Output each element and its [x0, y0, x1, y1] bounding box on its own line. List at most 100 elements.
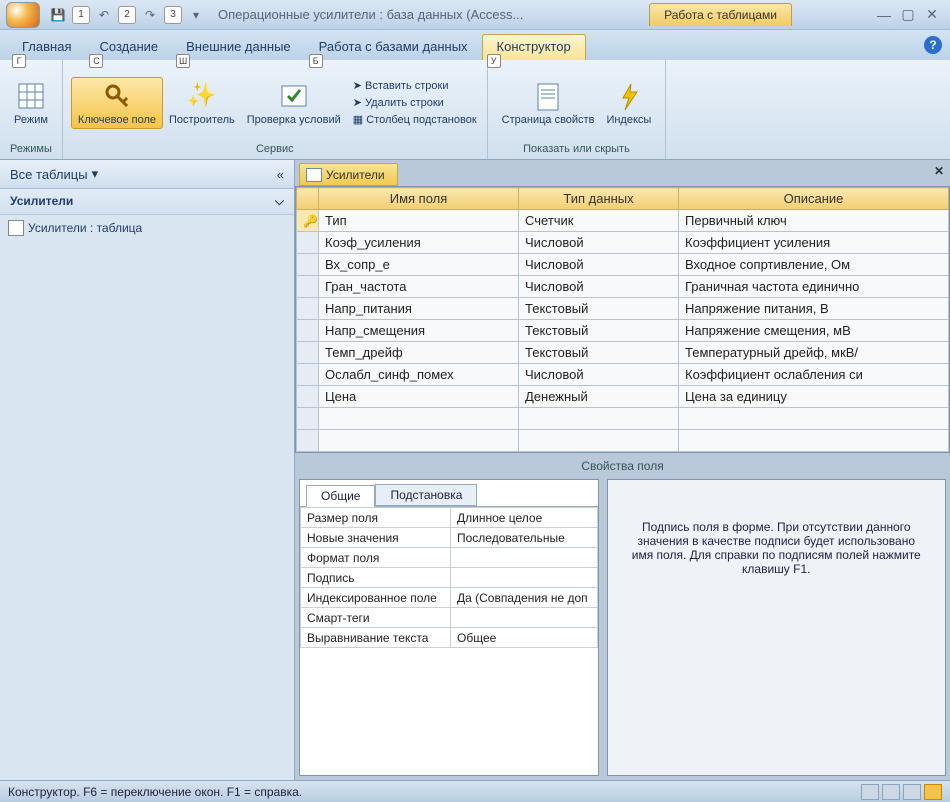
cell-name[interactable]: Ослабл_синф_помех: [319, 364, 519, 386]
row-selector[interactable]: [297, 364, 319, 386]
prop-value[interactable]: Длинное целое: [451, 508, 598, 528]
cell-type[interactable]: Счетчик: [519, 210, 679, 232]
row-selector[interactable]: [297, 254, 319, 276]
cell-desc[interactable]: Граничная частота единично: [679, 276, 949, 298]
field-grid[interactable]: Имя поля Тип данных Описание 🔑 Тип Счетч…: [295, 186, 950, 453]
table-row[interactable]: Цена Денежный Цена за единицу: [297, 386, 949, 408]
row-selector[interactable]: 🔑: [297, 210, 319, 232]
prop-tab-general[interactable]: Общие: [306, 485, 375, 507]
cell-name[interactable]: Вх_сопр_е: [319, 254, 519, 276]
cell-desc[interactable]: Коэффициент усиления: [679, 232, 949, 254]
property-row[interactable]: Размер поляДлинное целое: [301, 508, 598, 528]
cell-type[interactable]: Текстовый: [519, 342, 679, 364]
cell-type[interactable]: Числовой: [519, 276, 679, 298]
view-pivottable[interactable]: [882, 784, 900, 800]
table-row[interactable]: Ослабл_синф_помех Числовой Коэффициент о…: [297, 364, 949, 386]
view-datasheet[interactable]: [861, 784, 879, 800]
row-selector[interactable]: [297, 320, 319, 342]
cell-desc[interactable]: Коэффициент ослабления си: [679, 364, 949, 386]
row-selector[interactable]: [297, 276, 319, 298]
cell-name[interactable]: Напр_смещения: [319, 320, 519, 342]
cell-name[interactable]: Коэф_усиления: [319, 232, 519, 254]
tab-home[interactable]: ГлавнаяГ: [8, 35, 85, 60]
context-tab[interactable]: Работа с таблицами: [649, 3, 792, 26]
row-selector[interactable]: [297, 232, 319, 254]
cell-type[interactable]: Числовой: [519, 232, 679, 254]
cell-type[interactable]: Текстовый: [519, 298, 679, 320]
validation-button[interactable]: Проверка условий: [241, 78, 347, 128]
property-row[interactable]: Формат поля: [301, 548, 598, 568]
prop-value[interactable]: [451, 548, 598, 568]
view-design[interactable]: [924, 784, 942, 800]
col-fieldname[interactable]: Имя поля: [319, 188, 519, 210]
cell-name[interactable]: Темп_дрейф: [319, 342, 519, 364]
property-row[interactable]: Индексированное полеДа (Совпадения не до…: [301, 588, 598, 608]
cell-name[interactable]: Тип: [319, 210, 519, 232]
view-button[interactable]: Режим: [8, 78, 54, 128]
prop-value[interactable]: [451, 608, 598, 628]
collapse-icon[interactable]: «: [277, 167, 284, 182]
table-row[interactable]: Напр_смещения Текстовый Напряжение смеще…: [297, 320, 949, 342]
cell-name[interactable]: Напр_питания: [319, 298, 519, 320]
property-row[interactable]: Подпись: [301, 568, 598, 588]
office-button[interactable]: [6, 2, 40, 28]
nav-header[interactable]: Все таблицы ▾ «: [0, 160, 294, 189]
view-pivotchart[interactable]: [903, 784, 921, 800]
cell-desc[interactable]: Цена за единицу: [679, 386, 949, 408]
save-icon[interactable]: 💾: [50, 7, 66, 23]
close-button[interactable]: ✕: [922, 6, 942, 23]
primary-key-button[interactable]: Ключевое поле: [71, 77, 163, 129]
table-row[interactable]: Гран_частота Числовой Граничная частота …: [297, 276, 949, 298]
table-row[interactable]: [297, 430, 949, 452]
cell-desc[interactable]: Температурный дрейф, мкВ/: [679, 342, 949, 364]
object-tab[interactable]: Усилители: [299, 163, 398, 186]
delete-rows[interactable]: ➤ Удалить строки: [351, 95, 479, 110]
tab-design[interactable]: КонструкторУ: [482, 34, 586, 60]
cell-type[interactable]: Денежный: [519, 386, 679, 408]
cell-type[interactable]: Числовой: [519, 364, 679, 386]
builder-button[interactable]: ✨ Построитель: [163, 78, 241, 128]
cell-name[interactable]: Цена: [319, 386, 519, 408]
row-selector[interactable]: [297, 386, 319, 408]
prop-tab-lookup[interactable]: Подстановка: [375, 484, 477, 506]
indexes-button[interactable]: Индексы: [600, 78, 657, 128]
insert-rows[interactable]: ➤ Вставить строки: [351, 78, 479, 93]
maximize-button[interactable]: ▢: [898, 6, 918, 23]
col-description[interactable]: Описание: [679, 188, 949, 210]
table-row[interactable]: [297, 408, 949, 430]
property-row[interactable]: Новые значенияПоследовательные: [301, 528, 598, 548]
nav-section[interactable]: Усилители⌵: [0, 189, 294, 215]
lookup-column[interactable]: ▦ Столбец подстановок: [351, 112, 479, 127]
table-row[interactable]: Напр_питания Текстовый Напряжение питани…: [297, 298, 949, 320]
tab-external[interactable]: Внешние данныеШ: [172, 35, 305, 60]
cell-desc[interactable]: Напряжение питания, В: [679, 298, 949, 320]
cell-name[interactable]: Гран_частота: [319, 276, 519, 298]
table-row[interactable]: Вх_сопр_е Числовой Входное сопртивление,…: [297, 254, 949, 276]
qat-dropdown-icon[interactable]: ▾: [188, 7, 204, 23]
tab-db[interactable]: Работа с базами данныхБ: [305, 35, 482, 60]
nav-item-table[interactable]: Усилители : таблица: [0, 215, 294, 241]
property-row[interactable]: Смарт-теги: [301, 608, 598, 628]
cell-type[interactable]: Числовой: [519, 254, 679, 276]
col-datatype[interactable]: Тип данных: [519, 188, 679, 210]
table-row[interactable]: Коэф_усиления Числовой Коэффициент усиле…: [297, 232, 949, 254]
property-row[interactable]: Выравнивание текстаОбщее: [301, 628, 598, 648]
cell-desc[interactable]: Входное сопртивление, Ом: [679, 254, 949, 276]
cell-desc[interactable]: Напряжение смещения, мВ: [679, 320, 949, 342]
close-object[interactable]: ✕: [928, 160, 950, 186]
help-icon[interactable]: ?: [924, 36, 942, 54]
property-sheet-button[interactable]: Страница свойств: [496, 78, 601, 128]
table-row[interactable]: 🔑 Тип Счетчик Первичный ключ: [297, 210, 949, 232]
prop-value[interactable]: Да (Совпадения не доп: [451, 588, 598, 608]
row-selector[interactable]: [297, 342, 319, 364]
row-selector[interactable]: [297, 298, 319, 320]
minimize-button[interactable]: —: [874, 7, 894, 23]
table-row[interactable]: Темп_дрейф Текстовый Температурный дрейф…: [297, 342, 949, 364]
tab-create[interactable]: СозданиеС: [85, 35, 172, 60]
prop-value[interactable]: Последовательные: [451, 528, 598, 548]
prop-value[interactable]: [451, 568, 598, 588]
undo-icon[interactable]: ↶: [96, 7, 112, 23]
cell-desc[interactable]: Первичный ключ: [679, 210, 949, 232]
cell-type[interactable]: Текстовый: [519, 320, 679, 342]
prop-value[interactable]: Общее: [451, 628, 598, 648]
